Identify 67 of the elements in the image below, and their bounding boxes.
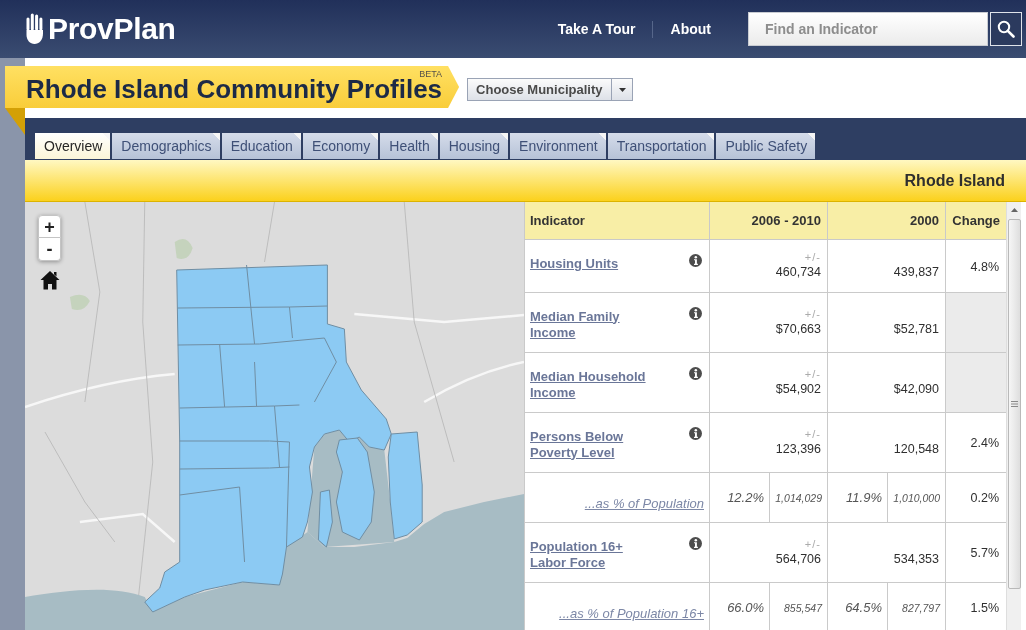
tab[interactable]: Overview xyxy=(35,133,111,159)
column-header: Indicator xyxy=(524,202,710,239)
share-percent: 12.2% xyxy=(727,490,764,505)
plus-minus-label: +/- xyxy=(804,251,821,264)
tab[interactable]: Public Safety xyxy=(716,133,816,159)
scrollbar-thumb[interactable] xyxy=(1007,219,1021,589)
estimate-value: $70,663 xyxy=(775,320,821,337)
tab[interactable]: Demographics xyxy=(112,133,220,159)
value-2000: $42,090 xyxy=(893,380,939,397)
tab[interactable]: Health xyxy=(380,133,438,159)
scroll-up-icon[interactable] xyxy=(1010,208,1018,212)
logo-wordmark: ProvPlan xyxy=(48,12,176,46)
change-value: 2.4% xyxy=(970,436,999,450)
column-header: 2000 xyxy=(827,202,946,239)
tab[interactable]: Economy xyxy=(302,133,379,159)
base-count: 1,014,029 xyxy=(775,492,822,504)
info-icon[interactable] xyxy=(689,306,702,320)
search-field[interactable]: Find an Indicator xyxy=(748,12,988,46)
change-value: 4.8% xyxy=(970,259,999,274)
base-count: 855,547 xyxy=(784,602,822,614)
nav-link[interactable]: About xyxy=(670,20,711,38)
base-count: 1,010,000 xyxy=(893,492,940,504)
plus-minus-label: +/- xyxy=(804,537,821,551)
value-2000: 439,837 xyxy=(893,264,939,280)
change-value: 5.7% xyxy=(970,546,999,560)
beta-label: BETA xyxy=(419,69,443,79)
plus-minus-label: +/- xyxy=(804,307,821,321)
info-icon[interactable] xyxy=(689,253,702,267)
estimate-value: $54,902 xyxy=(775,380,821,397)
info-icon[interactable] xyxy=(689,536,702,550)
estimate-value: 460,734 xyxy=(775,264,821,280)
share-percent: 11.9% xyxy=(846,490,882,505)
value-2000: $52,781 xyxy=(893,320,939,337)
share-percent: 64.5% xyxy=(845,600,882,615)
base-count: 827,797 xyxy=(902,602,940,614)
info-icon[interactable] xyxy=(689,426,702,440)
value-2000: 534,353 xyxy=(893,550,939,567)
municipality-dropdown[interactable]: Choose Municipality xyxy=(467,78,634,101)
tab[interactable]: Environment xyxy=(510,133,606,159)
caret-icon xyxy=(618,87,626,92)
scrollbar[interactable] xyxy=(1006,202,1021,630)
estimate-value: 564,706 xyxy=(775,550,821,567)
estimate-value: 123,396 xyxy=(775,440,821,457)
region-title: Rhode Island xyxy=(904,171,1005,190)
grip-icon xyxy=(1010,401,1018,407)
column-header: 2006 - 2010 xyxy=(709,202,828,239)
zoom-in-button[interactable]: + xyxy=(38,215,61,238)
column-header: Change xyxy=(945,202,1006,239)
nav-link[interactable]: Take A Tour xyxy=(557,20,636,38)
search-icon xyxy=(997,20,1015,38)
home-icon[interactable] xyxy=(40,270,60,290)
plus-minus-label: +/- xyxy=(804,427,821,441)
hand-icon xyxy=(25,13,45,45)
tab[interactable]: Education xyxy=(221,133,301,159)
tab[interactable]: Transportation xyxy=(607,133,715,159)
change-value: 0.2% xyxy=(970,491,999,505)
tab[interactable]: Housing xyxy=(439,133,509,159)
plus-minus-label: +/- xyxy=(804,367,821,381)
indicator-link[interactable]: Housing Units xyxy=(530,255,619,272)
value-2000: 120,548 xyxy=(893,440,939,457)
share-percent: 66.0% xyxy=(727,600,764,615)
zoom-out-button[interactable]: - xyxy=(38,238,61,261)
share-link[interactable]: ...as % of Population xyxy=(584,496,704,511)
change-value: 1.5% xyxy=(970,601,999,615)
info-icon[interactable] xyxy=(689,366,702,380)
search-button[interactable] xyxy=(990,12,1022,46)
ribbon-fold-icon xyxy=(5,108,25,135)
